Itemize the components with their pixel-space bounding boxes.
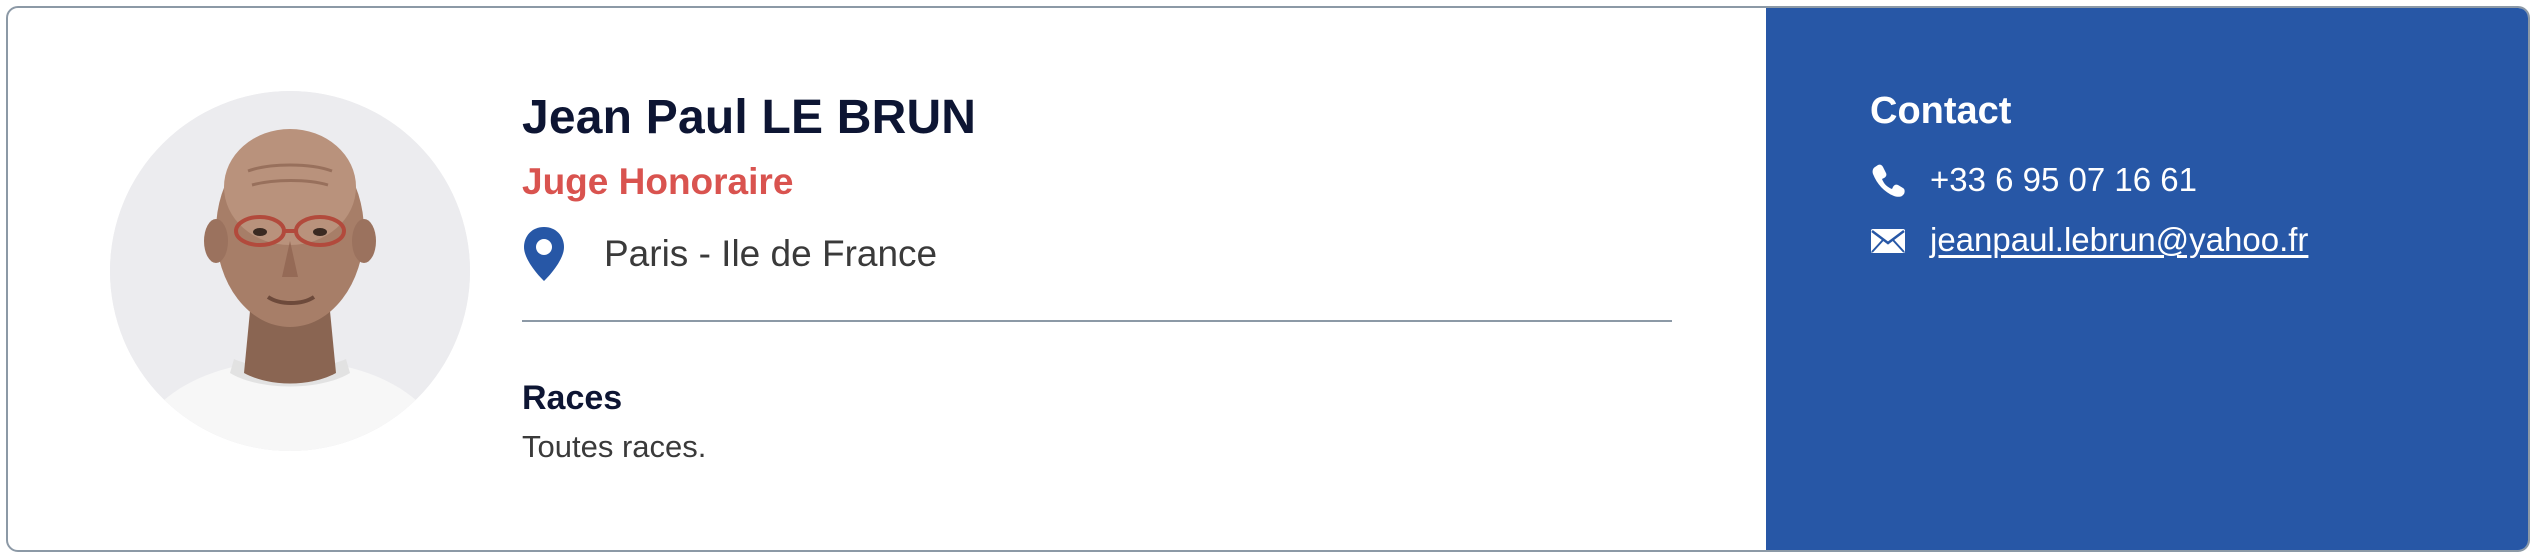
email-row[interactable]: jeanpaul.lebrun@yahoo.fr: [1870, 218, 2308, 262]
envelope-icon: [1871, 229, 1905, 253]
profile-avatar: [110, 91, 470, 451]
contact-heading: Contact: [1870, 90, 2012, 132]
races-heading: Races: [522, 379, 623, 417]
races-value: Toutes races.: [522, 429, 707, 464]
contact-panel: Contact +33 6 95 07 16 61 jeanpaul.lebru…: [1766, 8, 2528, 550]
profile-info: Jean Paul LE BRUN Juge Honoraire Paris -…: [522, 88, 1672, 466]
location-row: Paris - Ile de France: [522, 226, 1672, 282]
location-text: Paris - Ile de France: [604, 233, 938, 274]
phone-number[interactable]: +33 6 95 07 16 61: [1930, 160, 2197, 200]
phone-icon: [1872, 164, 1905, 197]
section-divider: [522, 320, 1672, 322]
email-link[interactable]: jeanpaul.lebrun@yahoo.fr: [1930, 220, 2308, 260]
phone-row[interactable]: +33 6 95 07 16 61: [1870, 158, 2197, 202]
person-role: Juge Honoraire: [522, 161, 794, 202]
avatar-photo: [110, 91, 470, 451]
profile-card: Jean Paul LE BRUN Juge Honoraire Paris -…: [6, 6, 2530, 552]
person-name: Jean Paul LE BRUN: [522, 91, 977, 144]
location-pin-icon: [524, 227, 564, 281]
